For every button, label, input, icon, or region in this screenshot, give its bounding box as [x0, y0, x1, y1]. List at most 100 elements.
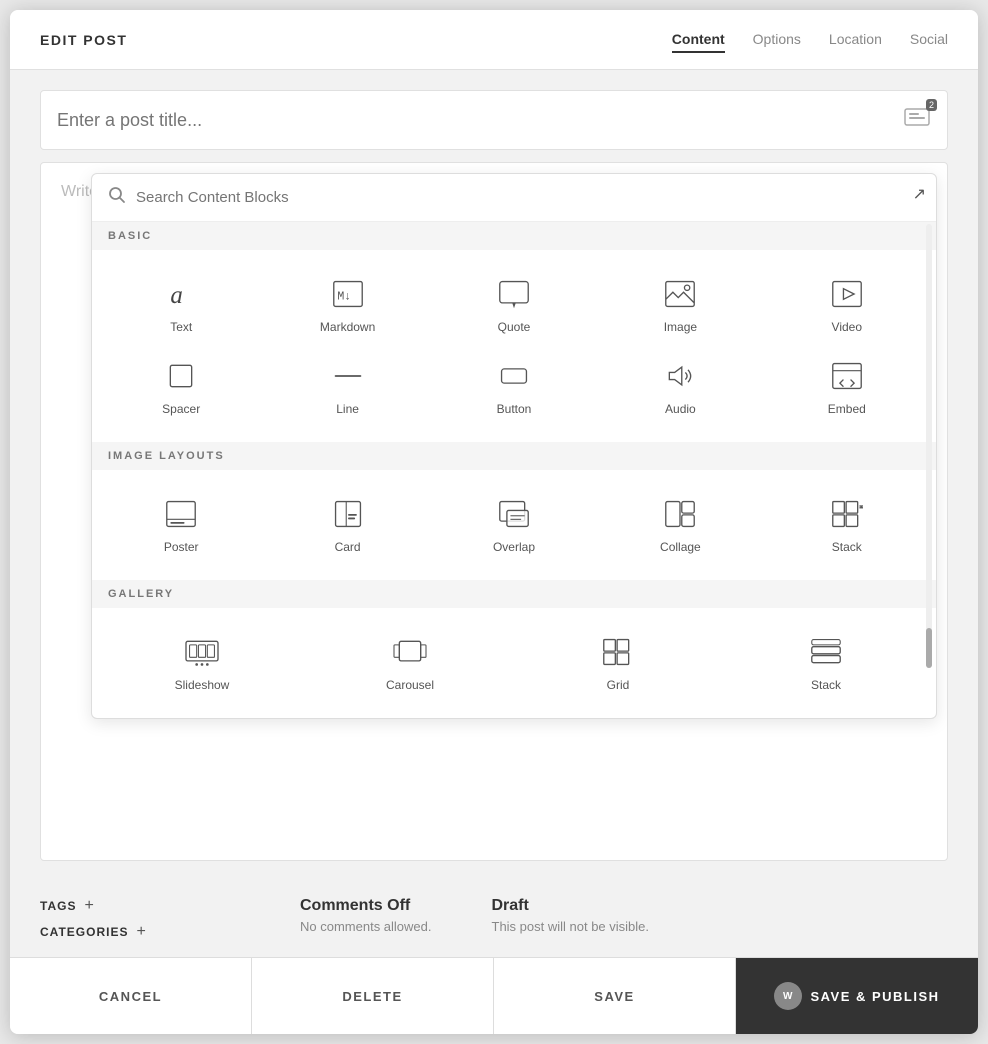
- header-tabs: Content Options Location Social: [672, 27, 948, 53]
- section-image-layouts-header: IMAGE LAYOUTS: [92, 442, 936, 470]
- collage-icon: [660, 496, 700, 532]
- wechat-icon: W: [774, 982, 802, 1010]
- block-grid-label: Grid: [607, 678, 630, 692]
- tags-label: TAGS: [40, 899, 76, 913]
- grid-icon: [598, 634, 638, 670]
- delete-button[interactable]: DELETE: [252, 958, 494, 1034]
- block-quote-label: Quote: [498, 320, 531, 334]
- block-markdown[interactable]: M↓ Markdown: [266, 266, 428, 344]
- block-grid[interactable]: Grid: [516, 624, 720, 702]
- search-bar: [92, 174, 936, 222]
- text-icon: a: [161, 276, 201, 312]
- block-carousel[interactable]: Carousel: [308, 624, 512, 702]
- block-slideshow[interactable]: Slideshow: [100, 624, 304, 702]
- blocks-gallery-grid: Slideshow Carousel: [92, 608, 936, 718]
- meta-comments: Comments Off No comments allowed.: [300, 897, 432, 934]
- blocks-image-layouts-grid: Poster Card: [92, 470, 936, 580]
- markdown-icon: M↓: [328, 276, 368, 312]
- search-icon: [108, 186, 126, 209]
- comments-subtitle: No comments allowed.: [300, 919, 432, 934]
- svg-text:M↓: M↓: [337, 290, 351, 303]
- block-button[interactable]: Button: [433, 348, 595, 426]
- carousel-icon: [390, 634, 430, 670]
- tab-social[interactable]: Social: [910, 27, 948, 53]
- section-gallery-header: GALLERY: [92, 580, 936, 608]
- tags-row: TAGS +: [40, 897, 240, 915]
- expand-icon[interactable]: ↗: [913, 184, 926, 204]
- header: EDIT POST Content Options Location Socia…: [10, 10, 978, 70]
- categories-label: CATEGORIES: [40, 925, 128, 939]
- line-icon: [328, 358, 368, 394]
- content-blocks-popup: ↗ BASIC: [91, 173, 937, 719]
- button-icon: [494, 358, 534, 394]
- meta-tags-categories: TAGS + CATEGORIES +: [40, 897, 240, 941]
- block-line-label: Line: [336, 402, 359, 416]
- block-text[interactable]: a Text: [100, 266, 262, 344]
- block-text-label: Text: [170, 320, 192, 334]
- stack-layout-icon: [827, 496, 867, 532]
- save-publish-button[interactable]: W SAVE & PUBLISH: [736, 958, 978, 1034]
- stack-gallery-icon: [806, 634, 846, 670]
- video-icon: [827, 276, 867, 312]
- editor-wrapper: Write here... ↗ BASIC: [40, 162, 948, 861]
- block-image-label: Image: [664, 320, 697, 334]
- block-line[interactable]: Line: [266, 348, 428, 426]
- block-overlap-label: Overlap: [493, 540, 535, 554]
- audio-icon: [660, 358, 700, 394]
- quote-icon: [494, 276, 534, 312]
- block-embed[interactable]: Embed: [766, 348, 928, 426]
- title-input[interactable]: [57, 110, 903, 131]
- block-stack-gallery[interactable]: Stack: [724, 624, 928, 702]
- block-spacer[interactable]: Spacer: [100, 348, 262, 426]
- block-collage[interactable]: Collage: [599, 486, 761, 564]
- block-card[interactable]: Card: [266, 486, 428, 564]
- section-basic-header: BASIC: [92, 222, 936, 250]
- block-stack-layout-label: Stack: [832, 540, 862, 554]
- title-badge: 2: [926, 99, 937, 111]
- block-overlap[interactable]: Overlap: [433, 486, 595, 564]
- tab-location[interactable]: Location: [829, 27, 882, 53]
- title-input-container: 2: [40, 90, 948, 150]
- card-icon: [328, 496, 368, 532]
- spacer-icon: [161, 358, 201, 394]
- tab-content[interactable]: Content: [672, 27, 725, 53]
- block-audio[interactable]: Audio: [599, 348, 761, 426]
- main-area: 2 Write here... ↗: [10, 70, 978, 881]
- block-stack-gallery-label: Stack: [811, 678, 841, 692]
- block-image[interactable]: Image: [599, 266, 761, 344]
- tab-options[interactable]: Options: [753, 27, 801, 53]
- block-audio-label: Audio: [665, 402, 696, 416]
- block-quote[interactable]: Quote: [433, 266, 595, 344]
- block-stack-layout[interactable]: Stack: [766, 486, 928, 564]
- draft-subtitle: This post will not be visible.: [492, 919, 650, 934]
- popup-scrollbar[interactable]: [926, 224, 932, 668]
- svg-text:a: a: [171, 282, 183, 309]
- page-title: EDIT POST: [40, 32, 127, 48]
- comments-title: Comments Off: [300, 897, 432, 915]
- block-embed-label: Embed: [828, 402, 866, 416]
- block-spacer-label: Spacer: [162, 402, 200, 416]
- block-carousel-label: Carousel: [386, 678, 434, 692]
- image-icon: [660, 276, 700, 312]
- block-video[interactable]: Video: [766, 266, 928, 344]
- tags-add-button[interactable]: +: [84, 897, 93, 915]
- block-button-label: Button: [497, 402, 532, 416]
- block-card-label: Card: [335, 540, 361, 554]
- meta-area: TAGS + CATEGORIES + Comments Off No comm…: [10, 881, 978, 957]
- overlap-icon: [494, 496, 534, 532]
- block-markdown-label: Markdown: [320, 320, 375, 334]
- block-slideshow-label: Slideshow: [175, 678, 230, 692]
- save-button[interactable]: SAVE: [494, 958, 736, 1034]
- footer-bar: CANCEL DELETE SAVE W SAVE & PUBLISH: [10, 957, 978, 1034]
- cancel-button[interactable]: CANCEL: [10, 958, 252, 1034]
- meta-draft: Draft This post will not be visible.: [492, 897, 650, 934]
- embed-icon: [827, 358, 867, 394]
- draft-title: Draft: [492, 897, 650, 915]
- block-collage-label: Collage: [660, 540, 701, 554]
- popup-scrollbar-thumb: [926, 628, 932, 668]
- block-poster[interactable]: Poster: [100, 486, 262, 564]
- poster-icon: [161, 496, 201, 532]
- title-icon: 2: [903, 105, 931, 135]
- search-input[interactable]: [136, 189, 920, 206]
- categories-add-button[interactable]: +: [136, 923, 145, 941]
